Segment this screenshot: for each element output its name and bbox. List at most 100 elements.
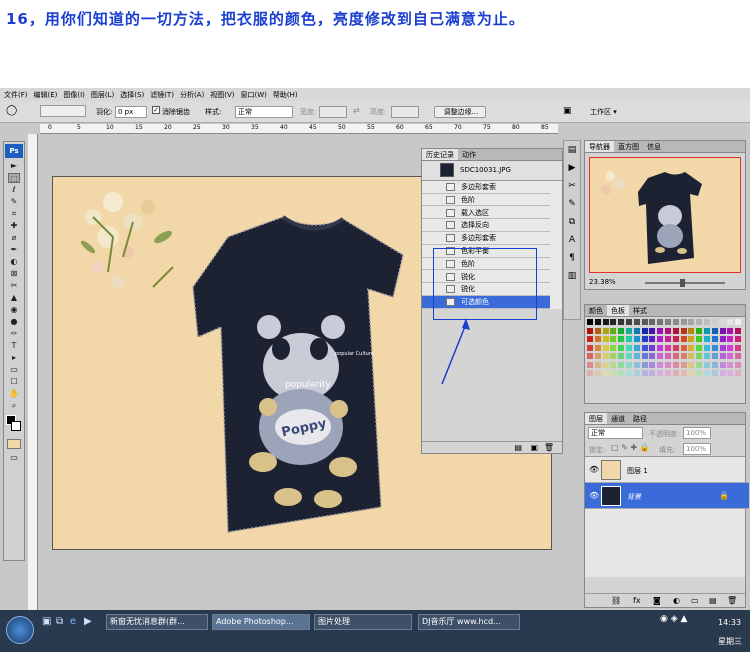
screen-mode-icon[interactable]: ▭ [8,453,20,463]
color-swatch[interactable] [633,319,640,325]
notes-tool-icon[interactable]: ☐ [8,377,20,387]
color-swatch[interactable] [719,344,726,351]
color-swatch[interactable] [719,353,726,359]
color-swatch[interactable] [594,353,601,359]
color-swatch[interactable] [672,353,679,359]
opacity-input[interactable]: 100% [683,427,711,439]
color-swatch[interactable] [641,319,648,325]
color-swatch[interactable] [649,327,656,334]
tab-info[interactable]: 信息 [643,141,665,152]
color-swatch[interactable] [665,319,671,325]
color-swatch[interactable] [727,353,734,359]
new-layer-icon[interactable]: ▤ [709,596,717,605]
color-swatch[interactable] [626,353,632,359]
color-swatch[interactable] [672,336,679,342]
color-swatch[interactable] [672,361,679,368]
navigator-preview[interactable] [589,157,741,273]
quicklaunch-media-icon[interactable]: ▶ [84,616,92,627]
color-swatch[interactable] [618,370,625,376]
color-swatch[interactable] [657,336,664,342]
clone-stamp-tool-icon[interactable]: ◐ [8,257,20,267]
shape-tool-icon[interactable]: ▭ [8,365,20,375]
quicklaunch-ie-icon[interactable]: e [70,616,76,627]
color-swatch[interactable] [688,319,695,325]
color-swatch[interactable] [618,327,625,334]
history-item[interactable]: 多边形套索 [422,232,550,245]
clock-time[interactable]: 14:33 [718,618,741,627]
layer-mask-icon[interactable]: ◙ [653,596,661,605]
color-swatch[interactable] [641,353,648,359]
color-swatch[interactable] [610,353,617,359]
task-photoshop[interactable]: Adobe Photoshop... [212,614,310,630]
color-swatch[interactable] [711,361,718,368]
task-messenger[interactable]: 新窗无忧消息群(群... [106,614,208,630]
color-swatch[interactable] [594,370,601,376]
new-group-icon[interactable]: ▭ [691,596,699,605]
tab-paths[interactable]: 路径 [629,413,651,424]
color-swatch[interactable] [594,319,601,325]
color-swatch[interactable] [665,336,671,342]
color-swatch[interactable] [711,344,718,351]
pen-tool-icon[interactable]: ✑ [8,329,20,339]
zoom-value[interactable]: 23.38% [589,278,616,286]
tab-actions[interactable]: 动作 [458,149,480,160]
menu-edit[interactable]: 编辑(E) [34,90,58,100]
color-swatch[interactable] [704,353,710,359]
color-swatch[interactable] [696,370,703,376]
lock-icons[interactable]: □ ✎ ✚ 🔒 [611,443,650,452]
color-swatch[interactable] [641,327,648,334]
type-tool-icon[interactable]: T [8,341,20,351]
color-swatch[interactable] [719,327,726,334]
color-swatch[interactable] [680,353,687,359]
menu-select[interactable]: 选择(S) [120,90,144,100]
color-swatch[interactable] [665,370,671,376]
color-swatches[interactable] [4,415,24,435]
color-swatch[interactable] [633,361,640,368]
color-swatch[interactable] [735,336,742,342]
color-swatch[interactable] [688,353,695,359]
layer-row[interactable]: 👁 图层 1 [585,457,749,483]
color-swatch[interactable] [735,327,742,334]
color-swatch[interactable] [719,336,726,342]
history-panel-icon[interactable]: ▤ [564,145,580,155]
tray-icons[interactable]: ◉ ◈ ▲ [660,614,687,624]
menu-analysis[interactable]: 分析(A) [180,90,204,100]
delete-layer-icon[interactable]: 🗑 [727,596,737,605]
color-swatch[interactable] [696,327,703,334]
antialias-checkbox[interactable]: ✓ [152,106,160,114]
color-swatch[interactable] [626,336,632,342]
tab-styles[interactable]: 样式 [629,305,651,316]
color-swatch[interactable] [735,370,742,376]
task-dj-music[interactable]: DJ音乐厅 www.hcd... [418,614,520,630]
new-snapshot-icon[interactable]: ▣ [530,443,538,452]
tab-channels[interactable]: 通道 [607,413,629,424]
quicklaunch-window-icon[interactable]: ⧉ [56,616,63,627]
color-swatch[interactable] [657,319,664,325]
trash-icon[interactable]: 🗑 [544,443,554,452]
color-swatch[interactable] [735,344,742,351]
color-swatch[interactable] [719,319,726,325]
move-tool-icon[interactable]: ► [8,161,20,171]
lasso-tool-icon[interactable]: ℓ [8,185,20,195]
blend-mode-select[interactable]: 正常 [588,427,643,439]
brush-tool-icon[interactable]: ✒ [8,245,20,255]
swap-icon[interactable]: ⇄ [353,106,360,115]
style-select[interactable]: 正常 [235,106,293,118]
selection-mode-buttons[interactable] [40,105,86,117]
color-swatch[interactable] [688,327,695,334]
color-swatch[interactable] [610,319,617,325]
refine-edge-button[interactable]: 调整边缘... [434,106,486,118]
eyedropper-tool-icon[interactable]: ✚ [8,221,20,231]
color-swatch[interactable] [649,361,656,368]
color-swatch[interactable] [610,344,617,351]
color-swatch[interactable] [711,319,718,325]
color-swatch[interactable] [672,370,679,376]
color-swatch[interactable] [727,327,734,334]
hand-tool-icon[interactable]: ✋ [8,389,20,399]
color-swatch[interactable] [618,353,625,359]
color-swatch[interactable] [711,353,718,359]
color-swatch[interactable] [727,336,734,342]
dodge-tool-icon[interactable]: ● [8,317,20,327]
character-panel-icon[interactable]: A [564,235,580,245]
color-swatch[interactable] [641,370,648,376]
